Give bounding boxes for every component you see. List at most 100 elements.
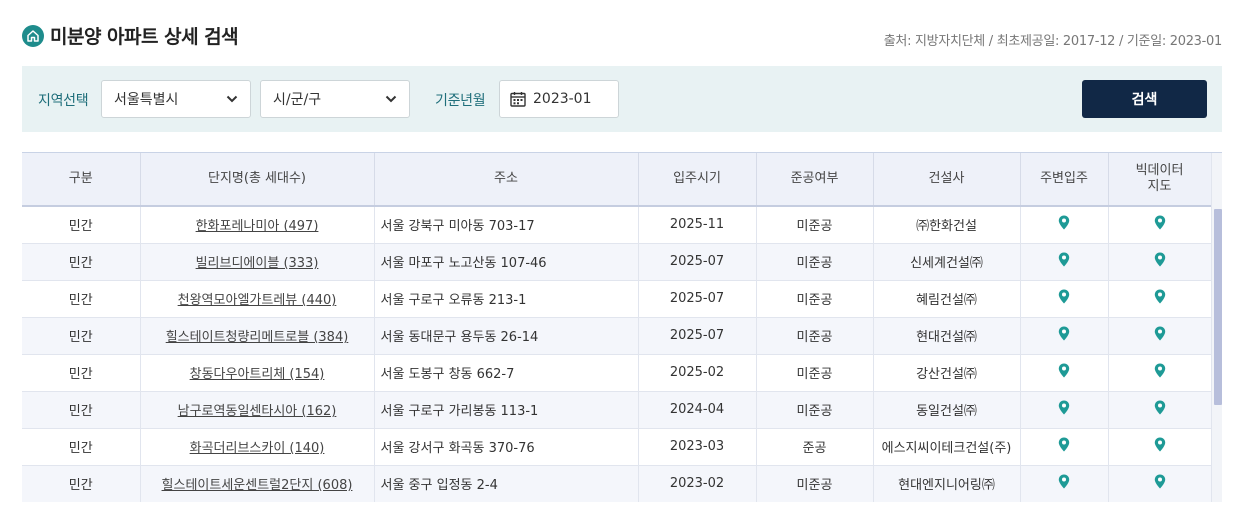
cell-bigdata-map — [1108, 317, 1212, 355]
map-pin-icon[interactable] — [1058, 437, 1070, 456]
complex-name-link[interactable]: 천왕역모아엘가트레뷰 (440) — [178, 293, 337, 308]
complex-name-link[interactable]: 남구로역동일센타시아 (162) — [178, 404, 337, 419]
map-pin-icon[interactable] — [1058, 363, 1070, 382]
cell-bigdata-map — [1108, 465, 1212, 502]
cell-name: 천왕역모아엘가트레뷰 (440) — [140, 280, 375, 318]
table-header-row: 구분 단지명(총 세대수) 주소 입주시기 준공여부 건설사 주변입주 빅데이터… — [22, 153, 1212, 207]
cell-name: 창동다우아트리체 (154) — [140, 354, 375, 392]
cell-address: 서울 중구 입정동 2-4 — [374, 465, 639, 502]
date-input[interactable]: 2023-01 — [499, 80, 619, 118]
column-header-type: 구분 — [22, 153, 141, 207]
cell-address: 서울 구로구 오류동 213-1 — [374, 280, 639, 318]
results-table: 구분 단지명(총 세대수) 주소 입주시기 준공여부 건설사 주변입주 빅데이터… — [22, 153, 1212, 502]
cell-type: 민간 — [22, 243, 141, 281]
cell-nearby — [1020, 465, 1109, 502]
cell-address: 서울 구로구 가리봉동 113-1 — [374, 391, 639, 429]
map-pin-icon[interactable] — [1058, 215, 1070, 234]
cell-status: 미준공 — [756, 206, 874, 244]
complex-name-link[interactable]: 힐스테이트청량리메트로블 (384) — [166, 330, 349, 345]
map-pin-icon[interactable] — [1058, 326, 1070, 345]
cell-status: 미준공 — [756, 391, 874, 429]
district-select-value: 시/군/구 — [273, 92, 322, 108]
region-label: 지역선택 — [38, 93, 89, 109]
cell-builder: 현대건설㈜ — [873, 317, 1021, 355]
cell-status: 미준공 — [756, 354, 874, 392]
chevron-down-icon — [385, 91, 397, 107]
table-body: 민간 한화포레나미아 (497) 서울 강북구 미아동 703-17 2025-… — [22, 206, 1212, 502]
cell-nearby — [1020, 206, 1109, 244]
page-title: 미분양 아파트 상세 검색 — [50, 26, 239, 48]
cell-builder: 강산건설㈜ — [873, 354, 1021, 392]
cell-nearby — [1020, 280, 1109, 318]
map-pin-icon[interactable] — [1154, 289, 1166, 308]
cell-type: 민간 — [22, 206, 141, 244]
cell-builder: ㈜한화건설 — [873, 206, 1021, 244]
table-row: 민간 한화포레나미아 (497) 서울 강북구 미아동 703-17 2025-… — [22, 206, 1212, 244]
cell-bigdata-map — [1108, 243, 1212, 281]
title-wrap: 미분양 아파트 상세 검색 — [22, 22, 239, 49]
map-pin-icon[interactable] — [1154, 363, 1166, 382]
map-pin-icon[interactable] — [1154, 252, 1166, 271]
cell-type: 민간 — [22, 391, 141, 429]
map-pin-icon[interactable] — [1058, 474, 1070, 493]
map-pin-icon[interactable] — [1154, 437, 1166, 456]
cell-address: 서울 동대문구 용두동 26-14 — [374, 317, 639, 355]
cell-bigdata-map — [1108, 354, 1212, 392]
map-pin-icon[interactable] — [1058, 252, 1070, 271]
complex-name-link[interactable]: 화곡더리브스카이 (140) — [190, 441, 325, 456]
cell-status: 미준공 — [756, 465, 874, 502]
cell-nearby — [1020, 428, 1109, 466]
complex-name-link[interactable]: 한화포레나미아 (497) — [196, 219, 319, 234]
map-pin-icon[interactable] — [1058, 400, 1070, 419]
cell-move-in: 2025-07 — [638, 280, 757, 318]
complex-name-link[interactable]: 힐스테이트세운센트럴2단지 (608) — [162, 478, 353, 493]
column-header-builder: 건설사 — [873, 153, 1021, 207]
cell-status: 준공 — [756, 428, 874, 466]
cell-address: 서울 강북구 미아동 703-17 — [374, 206, 639, 244]
filter-bar: 지역선택 서울특별시 시/군/구 기준년월 2023-01 검색 — [22, 66, 1222, 132]
map-pin-icon[interactable] — [1154, 474, 1166, 493]
cell-name: 남구로역동일센타시아 (162) — [140, 391, 375, 429]
home-icon — [22, 24, 44, 47]
cell-move-in: 2025-07 — [638, 243, 757, 281]
results-table-container: 구분 단지명(총 세대수) 주소 입주시기 준공여부 건설사 주변입주 빅데이터… — [22, 152, 1222, 502]
column-header-move-in: 입주시기 — [638, 153, 757, 207]
calendar-icon — [510, 91, 526, 107]
table-row: 민간 창동다우아트리체 (154) 서울 도봉구 창동 662-7 2025-0… — [22, 354, 1212, 392]
cell-status: 미준공 — [756, 243, 874, 281]
cell-name: 빌리브디에이블 (333) — [140, 243, 375, 281]
scrollbar-thumb[interactable] — [1214, 209, 1222, 405]
cell-status: 미준공 — [756, 280, 874, 318]
cell-address: 서울 강서구 화곡동 370-76 — [374, 428, 639, 466]
column-header-status: 준공여부 — [756, 153, 874, 207]
table-row: 민간 천왕역모아엘가트레뷰 (440) 서울 구로구 오류동 213-1 202… — [22, 280, 1212, 318]
cell-builder: 신세계건설㈜ — [873, 243, 1021, 281]
cell-name: 한화포레나미아 (497) — [140, 206, 375, 244]
cell-nearby — [1020, 391, 1109, 429]
table-row: 민간 힐스테이트청량리메트로블 (384) 서울 동대문구 용두동 26-14 … — [22, 317, 1212, 355]
date-input-value: 2023-01 — [533, 91, 592, 107]
column-header-bigdata-map: 빅데이터 지도 — [1108, 153, 1212, 207]
cell-type: 민간 — [22, 317, 141, 355]
cell-type: 민간 — [22, 428, 141, 466]
cell-nearby — [1020, 243, 1109, 281]
column-header-nearby: 주변입주 — [1020, 153, 1109, 207]
cell-builder: 현대엔지니어링㈜ — [873, 465, 1021, 502]
search-button[interactable]: 검색 — [1082, 80, 1207, 118]
cell-type: 민간 — [22, 465, 141, 502]
cell-move-in: 2024-04 — [638, 391, 757, 429]
cell-bigdata-map — [1108, 391, 1212, 429]
city-select-value: 서울특별시 — [114, 92, 179, 108]
map-pin-icon[interactable] — [1154, 326, 1166, 345]
district-select[interactable]: 시/군/구 — [260, 80, 410, 118]
complex-name-link[interactable]: 빌리브디에이블 (333) — [196, 256, 319, 271]
map-pin-icon[interactable] — [1154, 400, 1166, 419]
city-select[interactable]: 서울특별시 — [101, 80, 251, 118]
column-header-address: 주소 — [374, 153, 639, 207]
table-row: 민간 화곡더리브스카이 (140) 서울 강서구 화곡동 370-76 2023… — [22, 428, 1212, 466]
date-label: 기준년월 — [435, 93, 486, 109]
table-scrollbar[interactable] — [1211, 153, 1222, 502]
complex-name-link[interactable]: 창동다우아트리체 (154) — [190, 367, 325, 382]
map-pin-icon[interactable] — [1154, 215, 1166, 234]
map-pin-icon[interactable] — [1058, 289, 1070, 308]
